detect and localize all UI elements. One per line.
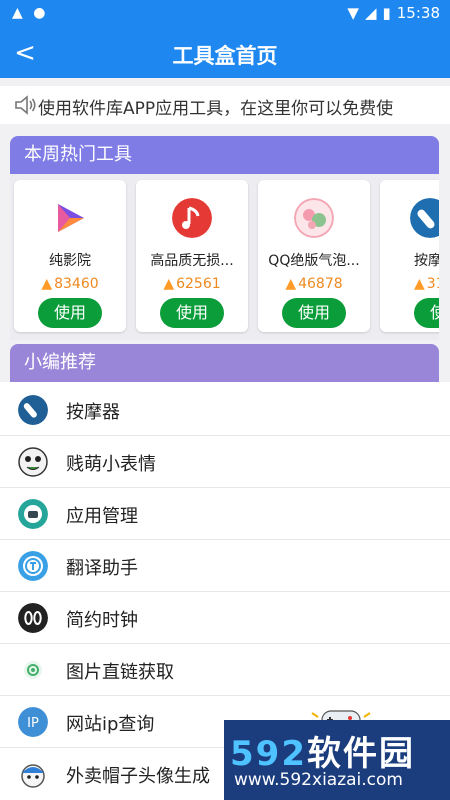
flame-icon: ▲: [285, 276, 297, 292]
hot-tools-header: 本周热门工具: [10, 136, 439, 174]
list-item-label: 外卖帽子头像生成: [66, 766, 210, 787]
app-manage-icon: [18, 499, 48, 529]
watermark: 592软件园 www.592xiazai.com: [224, 720, 450, 800]
hot-card-count: ▲ 62561: [163, 276, 221, 292]
app-bar: < 工具盒首页: [0, 28, 450, 78]
watermark-brand: 592软件园: [230, 734, 415, 774]
hot-card-name: QQ绝版气泡...: [268, 253, 360, 269]
purple-play-icon: [58, 204, 84, 232]
list-item-label: 网站ip查询: [66, 714, 155, 735]
notice-marquee[interactable]: 使用软件库APP应用工具，在这里你可以免费使: [0, 86, 450, 124]
use-button[interactable]: 使用: [282, 298, 346, 328]
status-bar: ▲ ● ▼ ◢ ▮ 15:38: [0, 0, 450, 28]
use-button[interactable]: 使用: [414, 298, 439, 328]
status-indicators: ▼ ◢ ▮ 15:38: [347, 4, 440, 22]
meme-face-icon: [18, 447, 48, 477]
list-item-label: 图片直链获取: [66, 662, 174, 683]
list-item-image-link[interactable]: 图片直链获取: [0, 644, 450, 696]
use-button[interactable]: 使用: [160, 298, 224, 328]
list-item-clock[interactable]: 简约时钟: [0, 592, 450, 644]
list-item-label: 翻译助手: [66, 558, 138, 579]
hot-card-4[interactable]: 按摩 ▲31 使用: [380, 180, 439, 332]
qq-icon: ●: [33, 5, 46, 21]
signal-icon: ◢: [364, 4, 377, 22]
hot-card-1[interactable]: 纯影院 ▲ 83460 使用: [14, 180, 126, 332]
list-item-label: 应用管理: [66, 506, 138, 527]
list-item-massager[interactable]: 按摩器: [0, 384, 450, 436]
delivery-hat-icon: [21, 764, 45, 788]
hot-card-name: 高品质无损...: [150, 253, 234, 269]
flame-icon: ▲: [163, 276, 175, 292]
list-item-translate[interactable]: 翻译助手: [0, 540, 450, 592]
page-title: 工具盒首页: [172, 44, 278, 68]
hot-card-2[interactable]: 高品质无损... ▲ 62561 使用: [136, 180, 248, 332]
watermark-url: www.592xiazai.com: [234, 770, 403, 790]
music-note-icon: [172, 198, 212, 238]
speaker-icon: [15, 95, 36, 115]
hot-card-3[interactable]: QQ绝版气泡... ▲ 46878 使用: [258, 180, 370, 332]
status-time: 15:38: [396, 4, 440, 22]
hot-card-count: ▲ 83460: [41, 276, 99, 292]
list-item-label: 贱萌小表情: [66, 454, 156, 475]
massager-icon: [410, 198, 439, 238]
ip-icon: IP: [18, 707, 48, 737]
clock-icon: [18, 603, 48, 633]
list-item-app-manage[interactable]: 应用管理: [0, 488, 450, 540]
status-notifications: ▲ ●: [12, 5, 51, 21]
list-item-meme[interactable]: 贱萌小表情: [0, 436, 450, 488]
flame-icon: ▲: [41, 276, 53, 292]
list-item-label: 简约时钟: [66, 610, 138, 631]
bubble-icon: [294, 198, 334, 238]
battery-icon: ▮: [382, 4, 391, 22]
use-button[interactable]: 使用: [38, 298, 102, 328]
svg-text:IP: IP: [27, 716, 39, 731]
notification-icon: ▲: [12, 5, 23, 21]
massager-icon: [18, 395, 48, 425]
hot-card-name: 纯影院: [49, 253, 91, 269]
flame-icon: ▲: [414, 276, 425, 292]
hot-card-count: ▲ 46878: [285, 276, 343, 292]
recommend-header: 小编推荐: [10, 344, 439, 382]
image-link-icon: [24, 661, 42, 679]
notice-text: 使用软件库APP应用工具，在这里你可以免费使: [38, 99, 394, 119]
hot-card-count: ▲31: [414, 276, 439, 292]
translate-icon: [18, 551, 48, 581]
hot-tools-scroller[interactable]: 纯影院 ▲ 83460 使用 高品质无损... ▲ 62561 使用 QQ绝版气泡.…: [10, 174, 439, 340]
wifi-icon: ▼: [347, 4, 359, 22]
list-item-label: 按摩器: [66, 402, 120, 423]
hot-card-name: 按摩: [414, 253, 439, 269]
